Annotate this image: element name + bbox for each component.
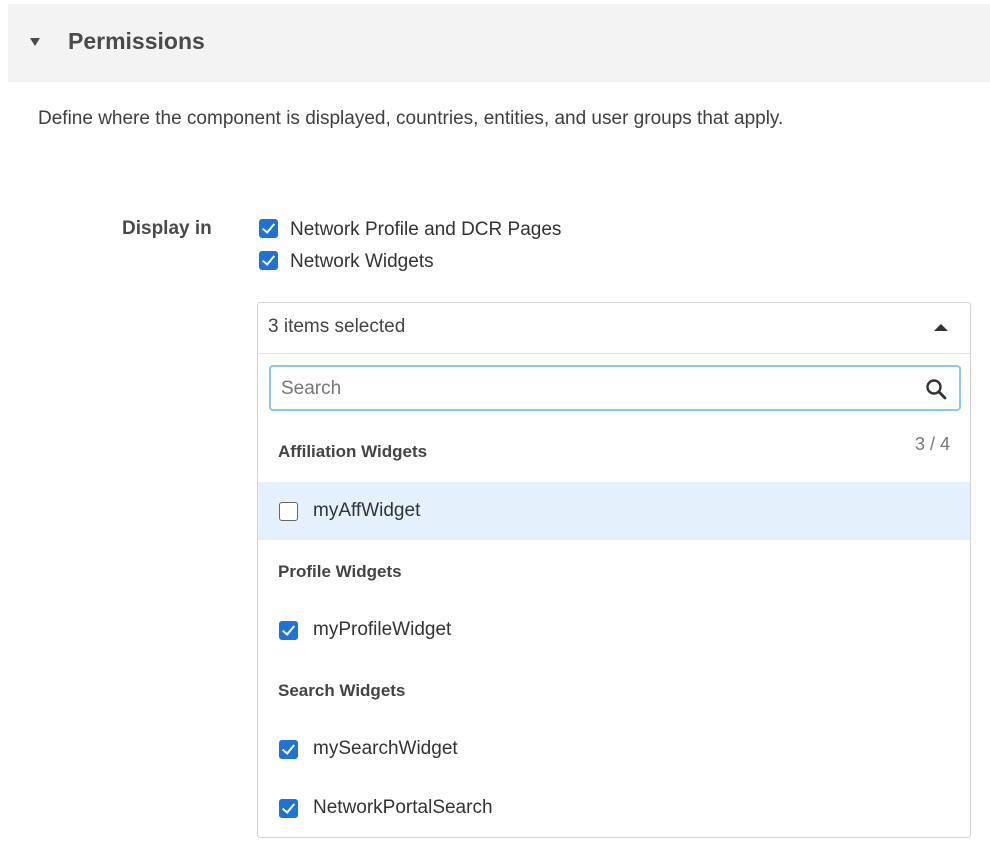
display-in-label: Display in (122, 218, 212, 239)
widgets-multiselect-dropdown: 3 items selected Affiliation Widgets 3 /… (257, 302, 971, 838)
checkbox-networkportalsearch[interactable] (279, 799, 298, 818)
item-label: NetworkPortalSearch (313, 797, 493, 818)
search-field[interactable] (269, 365, 961, 411)
item-label: myAffWidget (313, 500, 421, 521)
section-description: Define where the component is displayed,… (38, 108, 784, 129)
section-title: Permissions (68, 28, 205, 54)
group-title-search-widgets: Search Widgets (278, 681, 406, 700)
checkbox-network-profile-dcr[interactable] (259, 219, 278, 238)
option-label-network-profile-dcr: Network Profile and DCR Pages (290, 219, 562, 240)
list-item-myprofilewidget[interactable]: myProfileWidget (258, 601, 970, 659)
search-icon (926, 379, 947, 400)
checkbox-mysearchwidget[interactable] (279, 740, 298, 759)
item-label: mySearchWidget (313, 738, 458, 759)
selection-count: 3 / 4 (914, 434, 950, 454)
search-input[interactable] (279, 375, 903, 403)
list-item-networkportalsearch[interactable]: NetworkPortalSearch (258, 779, 970, 837)
list-item-mysearchwidget[interactable]: mySearchWidget (258, 720, 970, 778)
chevron-up-icon[interactable] (934, 324, 948, 331)
collapse-caret-icon[interactable] (30, 38, 40, 46)
option-label-network-widgets: Network Widgets (290, 251, 434, 272)
checkbox-network-widgets[interactable] (259, 251, 278, 270)
group-title-profile-widgets: Profile Widgets (278, 562, 402, 581)
group-title-affiliation-widgets: Affiliation Widgets (278, 442, 428, 461)
dropdown-summary: 3 items selected (268, 316, 406, 337)
checkbox-myaffwidget[interactable] (279, 502, 298, 521)
checkbox-myprofilewidget[interactable] (279, 621, 298, 640)
dropdown-toggle[interactable]: 3 items selected (258, 303, 970, 354)
item-label: myProfileWidget (313, 619, 452, 640)
list-item-myaffwidget[interactable]: myAffWidget (258, 482, 970, 540)
